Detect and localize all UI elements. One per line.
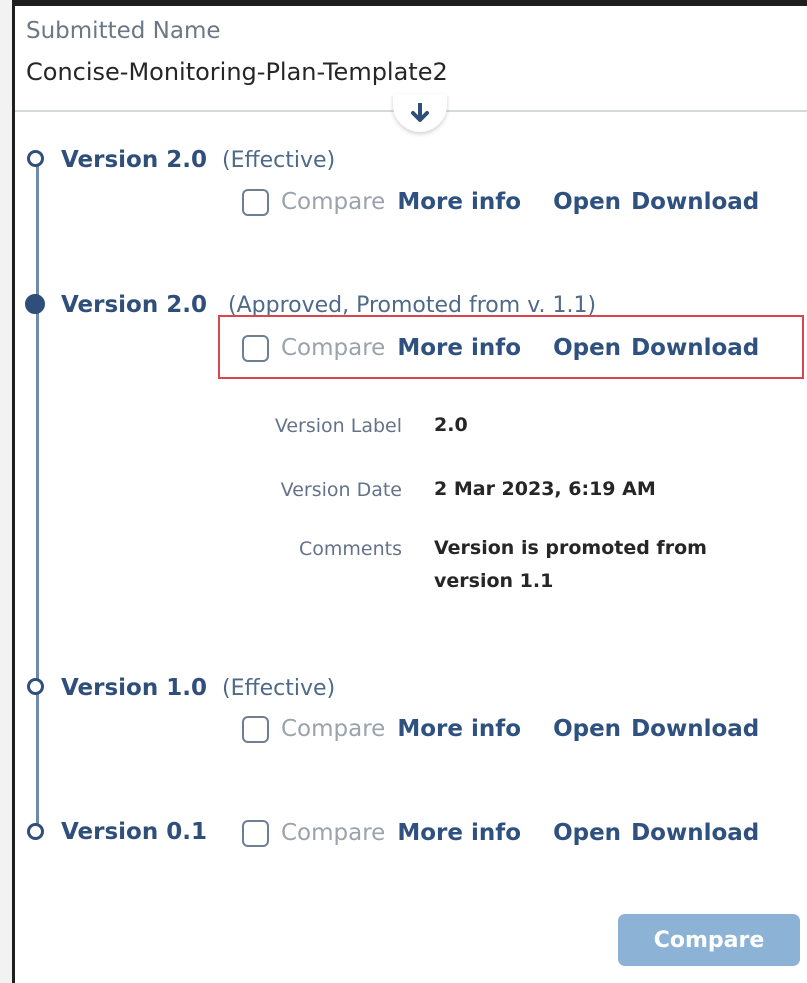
compare-checkbox[interactable] — [242, 819, 269, 847]
version-actions: Compare More info Open Download — [242, 185, 759, 219]
open-link[interactable]: Open — [553, 716, 621, 742]
more-info-link[interactable]: More info — [397, 335, 521, 361]
compare-button[interactable]: Compare — [618, 914, 800, 966]
compare-label: Compare — [281, 820, 386, 846]
open-link[interactable]: Open — [553, 189, 621, 215]
more-info-link[interactable]: More info — [397, 820, 521, 846]
timeline-node — [27, 823, 44, 840]
submitted-name-value: Concise-Monitoring-Plan-Template2 — [26, 58, 448, 86]
window-left-edge — [0, 0, 15, 983]
timeline-node — [27, 678, 44, 695]
compare-label: Compare — [281, 335, 386, 361]
open-link[interactable]: Open — [553, 335, 621, 361]
version-actions: Compare More info Open Download — [242, 331, 759, 365]
version-date-value: 2 Mar 2023, 6:19 AM — [434, 478, 656, 500]
window-top-edge — [0, 0, 807, 6]
compare-label: Compare — [281, 189, 386, 215]
timeline-line — [36, 160, 39, 832]
compare-label: Compare — [281, 716, 386, 742]
comments-label: Comments — [299, 538, 402, 560]
version-actions: Compare More info Open Download — [242, 816, 759, 850]
version-title[interactable]: Version 2.0 — [61, 147, 207, 173]
version-title[interactable]: Version 2.0 — [61, 292, 207, 318]
compare-checkbox-wrapper[interactable]: Compare — [242, 715, 386, 743]
timeline-node-selected — [25, 294, 45, 314]
comments-value-line1: Version is promoted from — [434, 537, 707, 559]
version-title[interactable]: Version 1.0 — [61, 675, 207, 701]
download-link[interactable]: Download — [631, 820, 759, 846]
compare-checkbox-wrapper[interactable]: Compare — [242, 334, 386, 362]
compare-checkbox-wrapper[interactable]: Compare — [242, 819, 386, 847]
comments-value-line2: version 1.1 — [434, 570, 554, 592]
version-status: (Effective) — [222, 676, 336, 701]
timeline-node — [27, 150, 44, 167]
version-title[interactable]: Version 0.1 — [61, 819, 207, 845]
version-actions: Compare More info Open Download — [242, 712, 759, 746]
submitted-name-label: Submitted Name — [26, 18, 221, 44]
compare-checkbox[interactable] — [242, 715, 269, 743]
version-status: (Effective) — [222, 148, 336, 173]
compare-checkbox-wrapper[interactable]: Compare — [242, 188, 386, 216]
download-link[interactable]: Download — [631, 189, 759, 215]
compare-checkbox[interactable] — [242, 188, 269, 216]
compare-checkbox[interactable] — [242, 334, 269, 362]
scroll-down-button[interactable] — [393, 94, 447, 132]
more-info-link[interactable]: More info — [397, 189, 521, 215]
version-label-value: 2.0 — [434, 414, 468, 436]
arrow-down-icon — [411, 103, 429, 122]
version-label-label: Version Label — [274, 415, 402, 437]
more-info-link[interactable]: More info — [397, 716, 521, 742]
version-date-label: Version Date — [280, 479, 402, 501]
download-link[interactable]: Download — [631, 335, 759, 361]
download-link[interactable]: Download — [631, 716, 759, 742]
open-link[interactable]: Open — [553, 820, 621, 846]
